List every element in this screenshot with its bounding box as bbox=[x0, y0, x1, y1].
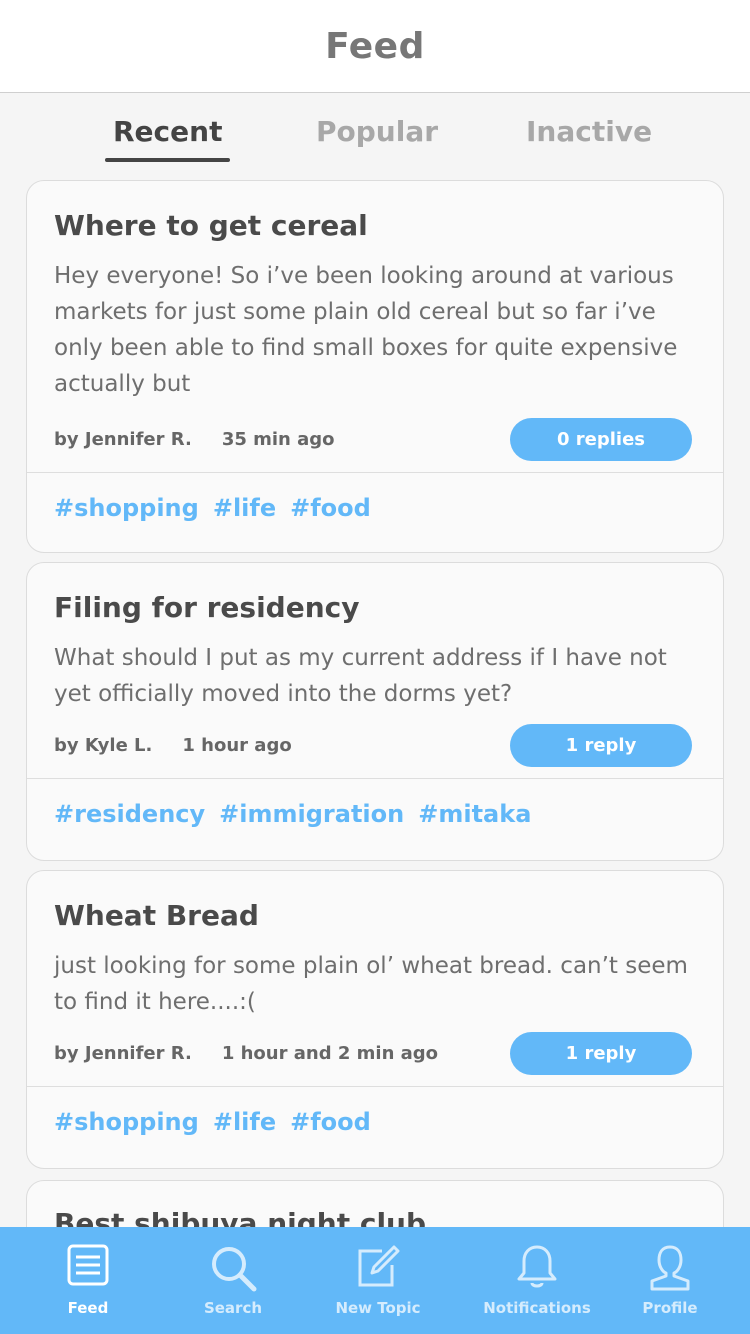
tag[interactable]: #shopping bbox=[54, 1108, 199, 1136]
tabbar-notifications[interactable]: Notifications bbox=[467, 1227, 607, 1334]
tab-inactive[interactable]: Inactive bbox=[526, 115, 652, 148]
tabbar-label: Search bbox=[203, 1299, 263, 1317]
tag[interactable]: #food bbox=[290, 494, 371, 522]
tab-recent[interactable]: Recent bbox=[104, 115, 231, 162]
post-time: 35 min ago bbox=[221, 429, 335, 450]
post-meta: by Jennifer R. 35 min ago bbox=[54, 429, 335, 450]
replies-button[interactable]: 1 reply bbox=[510, 1032, 692, 1075]
tabbar-label: Notifications bbox=[483, 1299, 591, 1317]
post-body: What should I put as my current address … bbox=[54, 645, 667, 707]
card-divider bbox=[27, 472, 723, 473]
app-header: Feed bbox=[0, 0, 750, 93]
post-tags: #shopping #life #food bbox=[54, 494, 385, 522]
post-card[interactable]: Best shibuya night club bbox=[26, 1180, 724, 1227]
replies-button[interactable]: 1 reply bbox=[510, 724, 692, 767]
tag[interactable]: #immigration bbox=[219, 800, 404, 828]
tabbar-label: New Topic bbox=[335, 1299, 421, 1317]
post-author: by Kyle L. bbox=[54, 735, 153, 756]
post-title[interactable]: Best shibuya night club bbox=[54, 1207, 426, 1227]
tag[interactable]: #residency bbox=[54, 800, 205, 828]
tab-popular[interactable]: Popular bbox=[316, 115, 438, 148]
post-body: just looking for some plain ol’ wheat br… bbox=[54, 953, 688, 1015]
post-title[interactable]: Wheat Bread bbox=[54, 899, 259, 932]
post-title[interactable]: Filing for residency bbox=[54, 591, 360, 624]
post-author: by Jennifer R. bbox=[54, 429, 192, 450]
post-body: Hey everyone! So i’ve been looking aroun… bbox=[54, 263, 678, 397]
post-feed[interactable]: Where to get cereal Hey everyone! So i’v… bbox=[0, 180, 750, 1227]
profile-icon bbox=[650, 1245, 690, 1291]
tag[interactable]: #shopping bbox=[54, 494, 199, 522]
bottom-tab-bar: Feed Search New Topic Notifications Prof… bbox=[0, 1227, 750, 1334]
post-card[interactable]: Wheat Bread just looking for some plain … bbox=[26, 870, 724, 1169]
search-icon bbox=[212, 1247, 257, 1292]
tabbar-profile[interactable]: Profile bbox=[600, 1227, 740, 1334]
post-card[interactable]: Filing for residency What should I put a… bbox=[26, 562, 724, 861]
post-time: 1 hour ago bbox=[182, 735, 292, 756]
tabbar-label: Feed bbox=[67, 1299, 109, 1317]
post-title[interactable]: Where to get cereal bbox=[54, 209, 368, 242]
post-meta: by Jennifer R. 1 hour and 2 min ago bbox=[54, 1043, 438, 1064]
page-title: Feed bbox=[325, 25, 425, 67]
post-card[interactable]: Where to get cereal Hey everyone! So i’v… bbox=[26, 180, 724, 553]
tabbar-search[interactable]: Search bbox=[163, 1227, 303, 1334]
feed-tabs: Recent Popular Inactive bbox=[0, 93, 750, 173]
post-time: 1 hour and 2 min ago bbox=[221, 1043, 439, 1064]
tag[interactable]: #food bbox=[290, 1108, 371, 1136]
bell-icon bbox=[517, 1245, 557, 1288]
post-author: by Jennifer R. bbox=[54, 1043, 192, 1064]
tabbar-feed[interactable]: Feed bbox=[18, 1227, 158, 1334]
card-divider bbox=[27, 1086, 723, 1087]
tag[interactable]: #life bbox=[213, 1108, 276, 1136]
feed-icon bbox=[67, 1244, 109, 1286]
card-divider bbox=[27, 778, 723, 779]
new-topic-icon bbox=[358, 1245, 400, 1287]
post-tags: #shopping #life #food bbox=[54, 1108, 385, 1136]
tag[interactable]: #life bbox=[213, 494, 276, 522]
replies-button[interactable]: 0 replies bbox=[510, 418, 692, 461]
post-meta: by Kyle L. 1 hour ago bbox=[54, 735, 292, 756]
tabbar-label: Profile bbox=[642, 1299, 698, 1317]
tag[interactable]: #mitaka bbox=[418, 800, 531, 828]
post-tags: #residency #immigration #mitaka bbox=[54, 800, 545, 828]
tabbar-new-topic[interactable]: New Topic bbox=[308, 1227, 448, 1334]
